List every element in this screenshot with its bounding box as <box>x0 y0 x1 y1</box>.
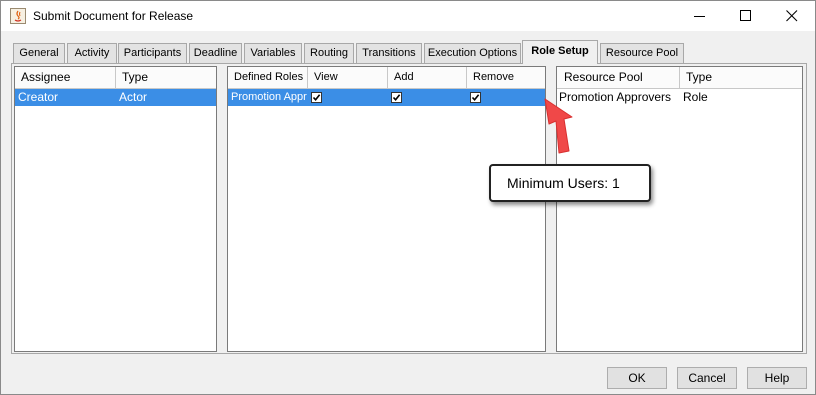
role-setup-panel: Assignee Type Creator Actor Defined Role… <box>11 63 807 354</box>
help-button[interactable]: Help <box>747 367 807 389</box>
assignee-table: Assignee Type Creator Actor <box>14 66 217 352</box>
resource-pool-table: Resource Pool Type Promotion Approvers R… <box>556 66 803 352</box>
view-checkbox[interactable] <box>311 92 322 103</box>
column-header-add[interactable]: Add <box>388 67 467 88</box>
tab-role-setup[interactable]: Role Setup <box>522 40 598 64</box>
close-icon <box>786 10 798 22</box>
maximize-icon <box>740 10 751 21</box>
checkmark-icon <box>471 94 480 102</box>
minimum-users-tooltip: Minimum Users: 1 <box>489 164 651 202</box>
column-header-remove[interactable]: Remove <box>467 67 545 88</box>
dialog-window: Submit Document for Release General Acti… <box>0 0 816 395</box>
minimize-icon <box>694 16 705 17</box>
assignee-cell: Creator <box>18 90 59 104</box>
column-header-defined-roles[interactable]: Defined Roles <box>228 67 308 88</box>
tab-transitions[interactable]: Transitions <box>356 43 422 63</box>
tab-general[interactable]: General <box>13 43 65 63</box>
minimize-button[interactable] <box>677 1 723 31</box>
defined-roles-table: Defined Roles View Add Remove Promotion … <box>227 66 546 352</box>
tab-deadline[interactable]: Deadline <box>189 43 242 63</box>
java-app-icon <box>10 8 26 24</box>
column-header-pool-type[interactable]: Type <box>680 67 802 88</box>
assignee-table-header: Assignee Type <box>15 67 216 89</box>
table-row[interactable]: Promotion Appr <box>228 89 545 106</box>
checkmark-icon <box>312 94 321 102</box>
title-bar: Submit Document for Release <box>1 1 815 31</box>
pool-table-header: Resource Pool Type <box>557 67 802 89</box>
tab-activity[interactable]: Activity <box>67 43 117 63</box>
tab-resource-pool[interactable]: Resource Pool <box>600 43 684 63</box>
tab-variables[interactable]: Variables <box>244 43 302 63</box>
ok-button[interactable]: OK <box>607 367 667 389</box>
annotation-arrow-icon <box>544 98 573 154</box>
window-title: Submit Document for Release <box>33 9 194 23</box>
column-header-resource-pool[interactable]: Resource Pool <box>557 67 680 88</box>
table-row[interactable]: Promotion Approvers Role <box>557 89 802 106</box>
column-header-view[interactable]: View <box>308 67 388 88</box>
tab-bar: General Activity Participants Deadline V… <box>13 40 805 64</box>
remove-checkbox[interactable] <box>470 92 481 103</box>
tab-execution-options[interactable]: Execution Options <box>424 43 521 63</box>
column-header-type[interactable]: Type <box>116 67 216 88</box>
add-checkbox[interactable] <box>391 92 402 103</box>
roles-table-header: Defined Roles View Add Remove <box>228 67 545 89</box>
defined-role-cell: Promotion Appr <box>231 91 307 103</box>
checkmark-icon <box>392 94 401 102</box>
close-button[interactable] <box>769 1 815 31</box>
column-header-assignee[interactable]: Assignee <box>15 67 116 88</box>
table-row[interactable]: Creator Actor <box>15 89 216 106</box>
pool-type-cell: Role <box>683 90 708 104</box>
tab-participants[interactable]: Participants <box>118 43 187 63</box>
tab-routing[interactable]: Routing <box>304 43 354 63</box>
type-cell: Actor <box>119 90 148 104</box>
maximize-button[interactable] <box>723 1 769 31</box>
cancel-button[interactable]: Cancel <box>677 367 737 389</box>
